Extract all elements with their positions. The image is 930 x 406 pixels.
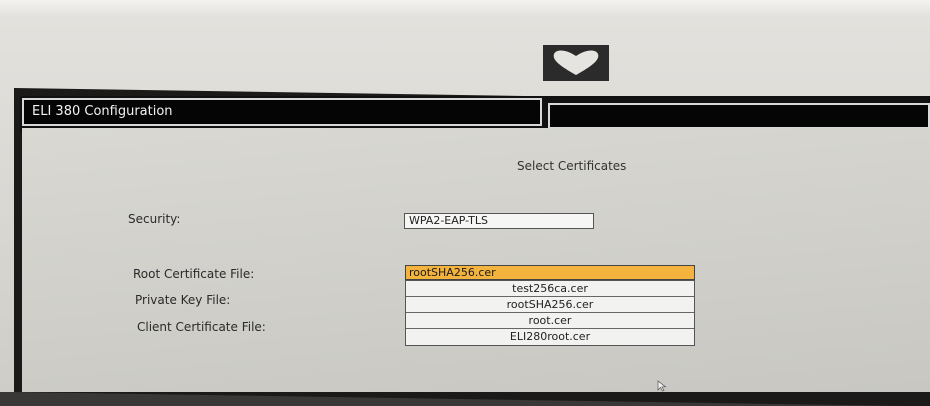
private-key-label: Private Key File:	[135, 293, 231, 307]
heart-logo-icon	[543, 45, 609, 81]
dropdown-option[interactable]: root.cer	[406, 313, 694, 329]
security-label: Security:	[128, 212, 181, 226]
root-certificate-select[interactable]: rootSHA256.cer	[405, 265, 695, 280]
client-certificate-label: Client Certificate File:	[137, 320, 266, 334]
window-title: ELI 380 Configuration	[22, 98, 542, 126]
section-title: Select Certificates	[517, 159, 627, 173]
title-bar-right-panel	[548, 103, 930, 129]
certificate-dropdown-list: test256ca.cer rootSHA256.cer root.cer EL…	[405, 280, 695, 346]
dropdown-option[interactable]: rootSHA256.cer	[406, 297, 694, 313]
config-panel	[22, 128, 930, 392]
bezel-top-edge	[0, 0, 930, 18]
root-certificate-label: Root Certificate File:	[133, 267, 255, 281]
dropdown-option[interactable]: test256ca.cer	[406, 281, 694, 297]
dropdown-option[interactable]: ELI280root.cer	[406, 329, 694, 345]
security-field[interactable]: WPA2-EAP-TLS	[404, 213, 594, 229]
mouse-pointer-icon	[657, 380, 667, 392]
